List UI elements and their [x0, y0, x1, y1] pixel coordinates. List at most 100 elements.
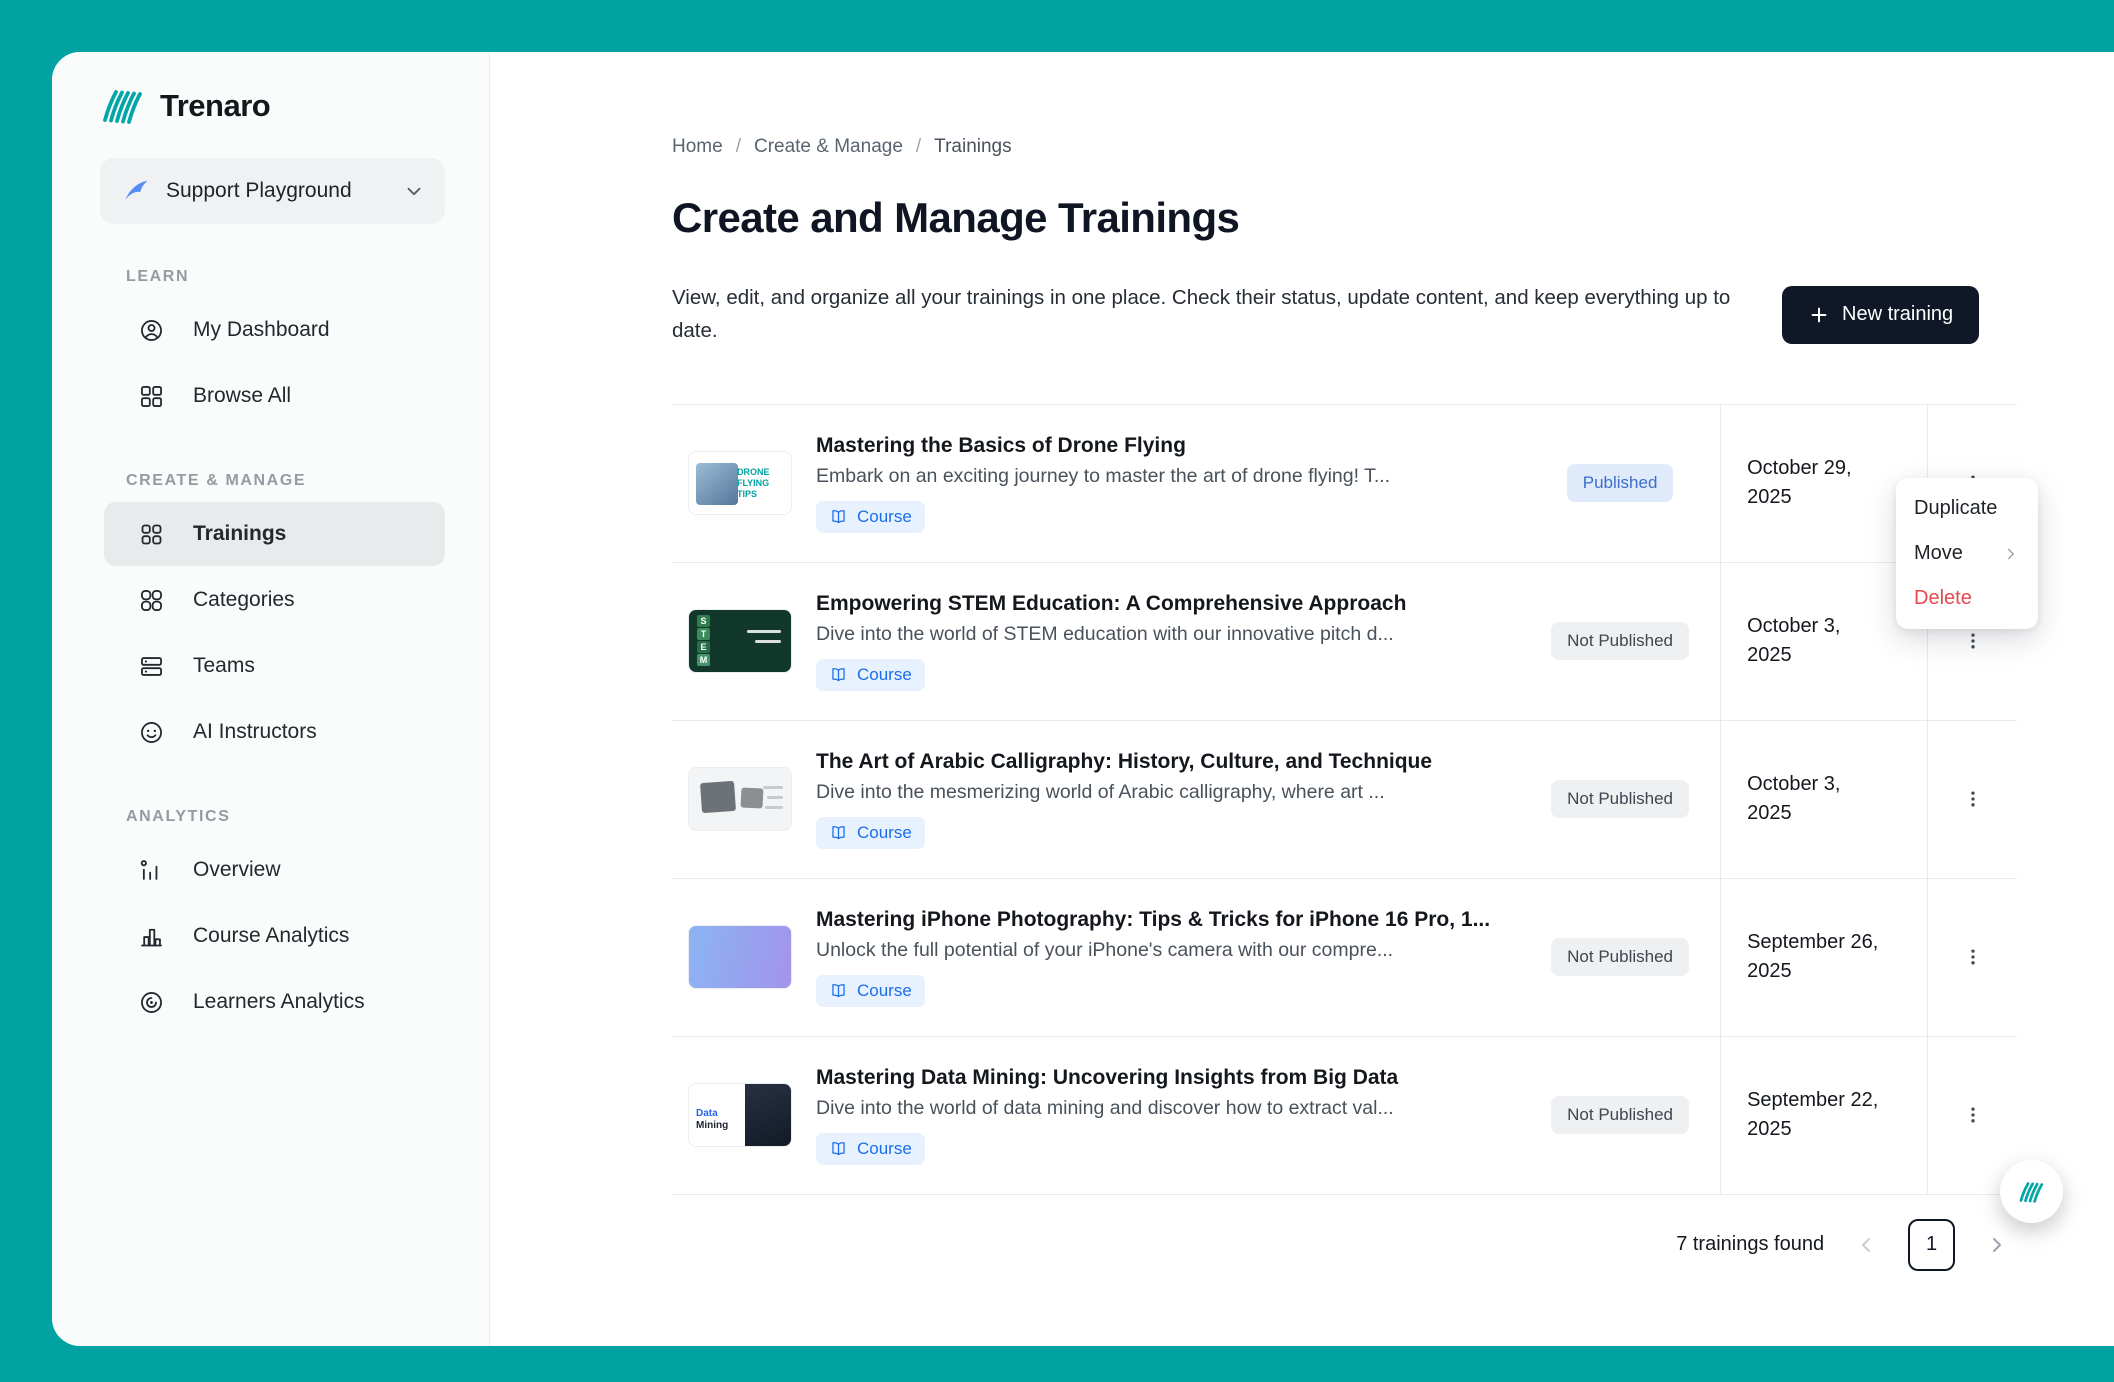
- results-count: 7 trainings found: [1676, 1233, 1824, 1256]
- status-cell: Not Published: [1520, 879, 1720, 1036]
- menu-item-duplicate[interactable]: Duplicate: [1896, 486, 2038, 531]
- workspace-label: Support Playground: [166, 179, 387, 203]
- actions-cell: [1928, 721, 2017, 878]
- book-icon: [829, 1139, 848, 1158]
- training-info-cell: Mastering iPhone Photography: Tips & Tri…: [816, 879, 1520, 1036]
- current-page-button[interactable]: 1: [1908, 1219, 1955, 1271]
- sidebar-item-label: My Dashboard: [193, 318, 330, 342]
- menu-item-delete[interactable]: Delete: [1896, 576, 2038, 621]
- sidebar-item-label: AI Instructors: [193, 720, 317, 744]
- thumbnail-cell: DRONE FLYING TIPS: [672, 405, 816, 562]
- training-description: Dive into the world of data mining and d…: [816, 1097, 1490, 1120]
- row-actions-button[interactable]: [1950, 1092, 1996, 1138]
- menu-item-move[interactable]: Move: [1896, 531, 2038, 576]
- thumbnail-art: [700, 781, 736, 813]
- training-thumbnail: [688, 925, 792, 989]
- training-description: Dive into the world of STEM education wi…: [816, 623, 1490, 646]
- thumbnail-letter: S: [697, 615, 710, 627]
- kebab-icon: [1963, 631, 1983, 651]
- course-type-badge: Course: [816, 501, 925, 533]
- new-training-button[interactable]: New training: [1782, 286, 1979, 344]
- workspace-selector[interactable]: Support Playground: [100, 158, 445, 224]
- sidebar-item-categories[interactable]: Categories: [104, 568, 445, 632]
- plus-icon: [1808, 304, 1830, 326]
- training-info-cell: Mastering the Basics of Drone Flying Emb…: [816, 405, 1520, 562]
- sidebar-item-overview[interactable]: Overview: [104, 838, 445, 902]
- training-thumbnail: S T E M: [688, 609, 792, 673]
- sidebar-item-label: Trainings: [193, 522, 286, 546]
- kebab-icon: [1963, 789, 1983, 809]
- breadcrumb-separator: /: [736, 136, 741, 158]
- kebab-icon: [1963, 1105, 1983, 1125]
- thumbnail-line: [765, 806, 783, 809]
- teams-icon: [138, 653, 165, 680]
- thumbnail-line: [767, 796, 783, 799]
- ai-instructor-icon: [138, 719, 165, 746]
- sidebar-item-course-analytics[interactable]: Course Analytics: [104, 904, 445, 968]
- book-icon: [829, 981, 848, 1000]
- breadcrumb-trainings: Trainings: [934, 136, 1011, 158]
- sidebar-item-label: Browse All: [193, 384, 291, 408]
- bar-chart-icon: [138, 923, 165, 950]
- breadcrumb-separator: /: [916, 136, 921, 158]
- thumbnail-text: Data: [696, 1108, 718, 1119]
- chevron-right-icon: [2002, 545, 2020, 563]
- page-title: Create and Manage Trainings: [672, 194, 2017, 242]
- training-title: Mastering iPhone Photography: Tips & Tri…: [816, 908, 1490, 932]
- breadcrumb-home[interactable]: Home: [672, 136, 723, 158]
- sidebar-item-browse-all[interactable]: Browse All: [104, 364, 445, 428]
- thumbnail-text: Mining: [696, 1120, 728, 1131]
- workspace-icon: [122, 177, 150, 205]
- training-title: Mastering the Basics of Drone Flying: [816, 434, 1490, 458]
- sidebar-item-learners-analytics[interactable]: Learners Analytics: [104, 970, 445, 1034]
- main-content: Home / Create & Manage / Trainings Creat…: [490, 52, 2114, 1346]
- table-row[interactable]: DRONE FLYING TIPS Mastering the Basics o…: [672, 405, 2017, 563]
- sidebar-item-label: Teams: [193, 654, 255, 678]
- table-row[interactable]: S T E M Empowering STEM Education: A Com…: [672, 563, 2017, 721]
- breadcrumb-create-manage[interactable]: Create & Manage: [754, 136, 903, 158]
- training-info-cell: Mastering Data Mining: Uncovering Insigh…: [816, 1037, 1520, 1194]
- status-badge: Not Published: [1551, 1096, 1689, 1134]
- thumbnail-photo: [745, 1084, 791, 1146]
- training-thumbnail: [688, 767, 792, 831]
- sidebar-item-ai-instructors[interactable]: AI Instructors: [104, 700, 445, 764]
- next-page-button[interactable]: [1977, 1225, 2017, 1265]
- status-cell: Published: [1520, 405, 1720, 562]
- prev-page-button[interactable]: [1846, 1225, 1886, 1265]
- breadcrumb: Home / Create & Manage / Trainings: [672, 136, 2017, 158]
- thumbnail-letter: E: [697, 641, 710, 653]
- thumbnail-photo: [696, 463, 738, 505]
- course-type-label: Course: [857, 665, 912, 685]
- app-logo[interactable]: Trenaro: [52, 86, 489, 126]
- thumbnail-art: [740, 788, 763, 809]
- categories-icon: [138, 587, 165, 614]
- course-type-badge: Course: [816, 659, 925, 691]
- trainings-icon: [138, 521, 165, 548]
- table-row[interactable]: The Art of Arabic Calligraphy: History, …: [672, 721, 2017, 879]
- app-name: Trenaro: [160, 88, 270, 124]
- thumbnail-cell: S T E M: [672, 563, 816, 720]
- book-icon: [829, 507, 848, 526]
- floating-logo-button[interactable]: [2000, 1160, 2063, 1223]
- table-row[interactable]: Data Mining Mastering Data Mining: Uncov…: [672, 1037, 2017, 1195]
- training-description: Embark on an exciting journey to master …: [816, 465, 1490, 488]
- trainings-table: DRONE FLYING TIPS Mastering the Basics o…: [672, 404, 2017, 1195]
- actions-cell: [1928, 879, 2017, 1036]
- sidebar-item-my-dashboard[interactable]: My Dashboard: [104, 298, 445, 362]
- row-actions-button[interactable]: [1950, 934, 1996, 980]
- kebab-icon: [1963, 947, 1983, 967]
- sidebar-item-teams[interactable]: Teams: [104, 634, 445, 698]
- thumbnail-line: [763, 786, 783, 789]
- training-date: September 22, 2025: [1720, 1037, 1928, 1194]
- thumbnail-cell: [672, 721, 816, 878]
- training-title: Empowering STEM Education: A Comprehensi…: [816, 592, 1490, 616]
- sidebar-item-trainings[interactable]: Trainings: [104, 502, 445, 566]
- chevron-left-icon: [1854, 1233, 1878, 1257]
- target-icon: [138, 989, 165, 1016]
- table-row[interactable]: Mastering iPhone Photography: Tips & Tri…: [672, 879, 2017, 1037]
- sidebar: Trenaro Support Playground LEARN: [52, 52, 490, 1346]
- row-actions-button[interactable]: [1950, 776, 1996, 822]
- training-date: October 3, 2025: [1720, 721, 1928, 878]
- thumbnail-letter: M: [697, 654, 710, 666]
- row-context-menu: Duplicate Move Delete: [1896, 478, 2038, 629]
